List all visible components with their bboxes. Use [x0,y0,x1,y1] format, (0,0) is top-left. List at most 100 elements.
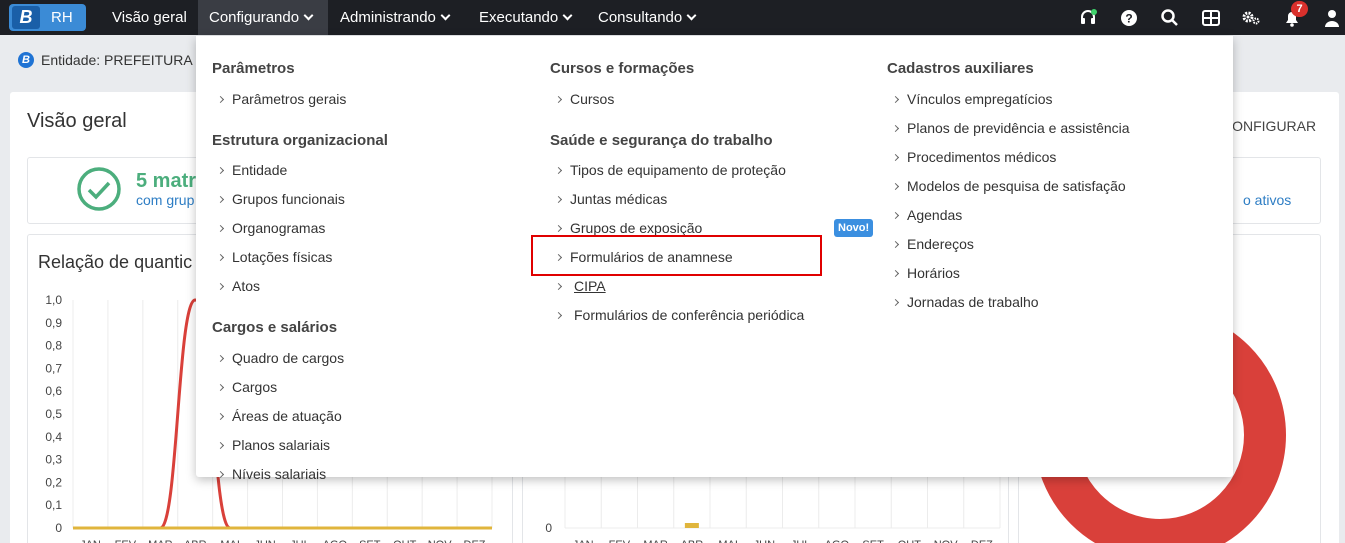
x-tick-label: MAR [643,539,668,543]
chevron-down-icon [562,10,573,21]
chevron-right-icon [216,412,225,421]
x-tick-label: SET [862,539,884,543]
menu-item-lotacoes-fisicas[interactable]: Lotações físicas [216,249,333,265]
configurar-button[interactable]: CONFIGURAR [1222,118,1316,134]
menu-item-niveis-salariais[interactable]: Níveis salariais [216,466,326,482]
nav-label: Visão geral [112,9,187,26]
chevron-right-icon [216,470,225,479]
chevron-right-icon [216,354,225,363]
menu-item-horarios[interactable]: Horários [891,265,960,281]
search-icon[interactable] [1160,8,1180,28]
x-tick-label: JUN [754,539,775,543]
nav-label: Administrando [340,9,436,26]
logo-letter: B [12,6,40,29]
chevron-down-icon [440,10,451,21]
nav-configurando[interactable]: Configurando [198,0,328,35]
menu-item-grupos-de-exposicao[interactable]: Grupos de exposição [554,220,702,236]
app-logo[interactable]: B RH [9,4,86,31]
menu-item-label: Endereços [907,236,974,252]
menu-item-label: Vínculos empregatícios [907,91,1053,107]
chevron-right-icon [216,253,225,262]
chevron-right-icon [554,166,563,175]
menu-item-label: Atos [232,278,261,294]
y-tick-label: 0,1 [45,498,62,512]
menu-item-cipa[interactable]: CIPA [554,278,606,294]
y-tick-label: 0,7 [45,361,62,375]
x-tick-label: DEZ [464,539,486,543]
menu-item-cursos[interactable]: Cursos [554,91,615,107]
menu-item-label: Entidade [232,162,288,178]
x-tick-label: MAI [718,539,738,543]
x-tick-label: AGO [323,539,348,543]
y-tick-label: 0,8 [45,339,62,353]
menu-item-atos[interactable]: Atos [216,278,261,294]
summary-right-link[interactable]: o ativos [1243,192,1291,208]
x-tick-label: SET [359,539,381,543]
menu-item-label: Cursos [570,91,615,107]
user-icon[interactable] [1322,8,1342,28]
menu-item-areas-de-atuacao[interactable]: Áreas de atuação [216,408,342,424]
nav-administrando[interactable]: Administrando [340,0,451,35]
x-tick-label: JUN [254,539,275,543]
entity-badge: B [18,52,34,68]
y-tick-label: 0 [545,521,552,535]
menu-item-procedimentos-medicos[interactable]: Procedimentos médicos [891,149,1057,165]
y-tick-label: 0,4 [45,430,62,444]
menu-item-label: Planos salariais [232,437,331,453]
menu-item-planos-de-previdencia[interactable]: Planos de previdência e assistência [891,120,1130,136]
menu-item-grupos-funcionais[interactable]: Grupos funcionais [216,191,345,207]
help-icon[interactable]: ? [1119,8,1139,28]
headset-icon[interactable] [1078,8,1098,28]
chevron-right-icon [891,95,900,104]
menu-item-label: Grupos funcionais [232,191,345,207]
bar [684,523,699,528]
x-tick-label: JAN [573,539,594,543]
menu-item-cargos[interactable]: Cargos [216,379,277,395]
menu-item-label: Modelos de pesquisa de satisfação [907,178,1126,194]
menu-item-label: Organogramas [232,220,326,236]
menu-item-jornadas-de-trabalho[interactable]: Jornadas de trabalho [891,294,1039,310]
top-navbar: B RH Visão geral Configurando Administra… [0,0,1345,35]
section-parametros: Parâmetros [212,60,295,77]
menu-item-entidade[interactable]: Entidade [216,162,288,178]
highlight-box [531,235,822,276]
menu-item-tipos-de-equipamento[interactable]: Tipos de equipamento de proteção [554,162,786,178]
page-title: Visão geral [27,110,127,132]
chevron-right-icon [891,298,900,307]
menu-item-label: Procedimentos médicos [907,149,1057,165]
menu-item-label: Lotações físicas [232,249,333,265]
entity-text[interactable]: Entidade: PREFEITURA D [41,52,206,68]
menu-item-label: Parâmetros gerais [232,91,347,107]
x-tick-label: FEV [609,539,631,543]
chevron-right-icon [891,124,900,133]
new-badge: Novo! [834,219,874,237]
menu-item-organogramas[interactable]: Organogramas [216,220,326,236]
summary-link[interactable]: com grup [136,192,194,208]
chevron-right-icon [216,441,225,450]
menu-item-label: CIPA [574,278,606,294]
menu-item-juntas-medicas[interactable]: Juntas médicas [554,191,667,207]
x-tick-label: OUT [393,539,417,543]
nav-executando[interactable]: Executando [479,0,573,35]
section-cadastros-auxiliares: Cadastros auxiliares [887,60,1034,77]
chevron-right-icon [216,195,225,204]
menu-item-vinculos-empregaticios[interactable]: Vínculos empregatícios [891,91,1053,107]
y-tick-label: 1,0 [45,293,62,307]
y-tick-label: 0,5 [45,407,62,421]
menu-item-label: Quadro de cargos [232,350,345,366]
menu-item-planos-salariais[interactable]: Planos salariais [216,437,331,453]
y-tick-label: 0 [55,521,62,535]
grid-icon[interactable] [1201,8,1221,28]
nav-visao-geral[interactable]: Visão geral [101,0,198,35]
menu-item-agendas[interactable]: Agendas [891,207,962,223]
menu-item-modelos-de-pesquisa[interactable]: Modelos de pesquisa de satisfação [891,178,1126,194]
nav-consultando[interactable]: Consultando [598,0,697,35]
settings-icon[interactable] [1241,8,1261,28]
menu-item-quadro-de-cargos[interactable]: Quadro de cargos [216,350,345,366]
menu-item-formularios-de-conferencia[interactable]: Formulários de conferência periódica [554,307,805,323]
chevron-right-icon [216,166,225,175]
menu-item-enderecos[interactable]: Endereços [891,236,974,252]
menu-item-label: Formulários de conferência periódica [574,307,805,323]
x-tick-label: NOV [934,539,959,543]
menu-item-parametros-gerais[interactable]: Parâmetros gerais [216,91,347,107]
